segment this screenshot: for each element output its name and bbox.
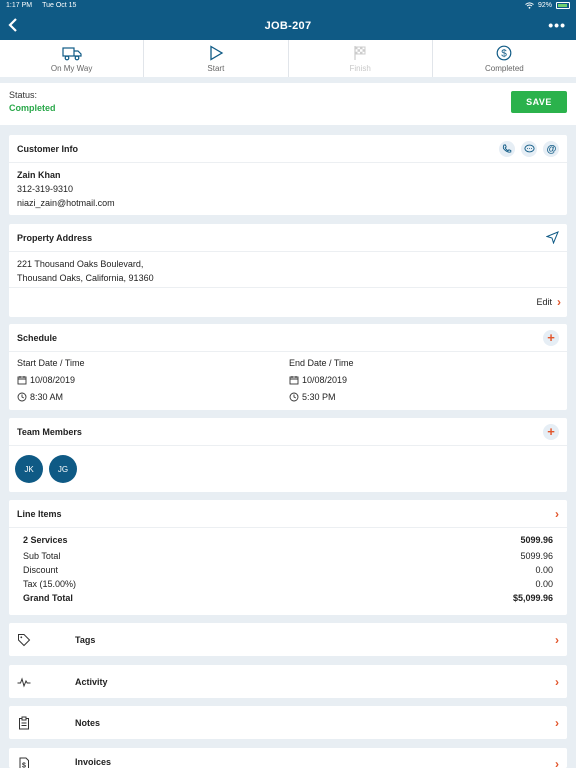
svg-text:$: $: [502, 48, 508, 59]
start-time-field[interactable]: 8:30 AM: [17, 390, 289, 404]
step-finish: Finish: [289, 40, 433, 77]
card-title: Property Address: [17, 232, 93, 243]
chat-icon: [523, 144, 535, 152]
at-sign-icon: @: [546, 144, 556, 154]
address-line-2: Thousand Oaks, California, 91360: [17, 273, 154, 283]
page-title: JOB-207: [264, 19, 312, 32]
clock-icon: [17, 392, 27, 402]
step-on-my-way[interactable]: On My Way: [0, 40, 145, 77]
activity-icon: [17, 676, 31, 688]
section-label: Activity: [75, 676, 108, 687]
end-date-field[interactable]: 10/08/2019: [289, 373, 354, 387]
clock-icon: [289, 392, 299, 402]
tags-row[interactable]: Tags ›: [9, 623, 567, 656]
wifi-icon: [525, 2, 534, 9]
phone-icon: [502, 144, 512, 153]
status-label: Status:: [9, 90, 38, 100]
end-time-field[interactable]: 5:30 PM: [289, 390, 354, 404]
svg-text:@: @: [546, 144, 556, 154]
navigation-arrow-icon[interactable]: [546, 231, 559, 244]
add-schedule-button[interactable]: +: [543, 329, 559, 346]
step-label: On My Way: [50, 63, 93, 73]
section-label: Tags: [75, 634, 96, 645]
email-button[interactable]: @: [543, 140, 559, 157]
section-label: Invoices: [75, 757, 112, 767]
tax-row: Tax (15.00%) 0.00: [23, 579, 553, 589]
card-title: Schedule: [17, 332, 58, 343]
chevron-right-icon: ›: [555, 506, 559, 521]
step-start[interactable]: Start: [144, 40, 289, 77]
chevron-right-icon: ›: [555, 715, 559, 730]
step-label: Finish: [349, 63, 371, 73]
calendar-icon: [289, 376, 299, 385]
customer-info-card: Customer Info @ Zain Khan 312-319-9310 n…: [9, 135, 567, 215]
notes-row[interactable]: Notes ›: [9, 706, 567, 739]
subtotal-row: Sub Total 5099.96: [23, 551, 553, 561]
truck-icon: [62, 46, 82, 60]
save-button[interactable]: SAVE: [511, 91, 567, 113]
chevron-right-icon: ›: [557, 295, 561, 309]
job-progress-steps: On My Way Start Finish $ Completed: [0, 40, 576, 80]
schedule-card: Schedule + Start Date / Time 10/08/2019 …: [9, 324, 567, 410]
battery-icon: [556, 2, 570, 9]
avatar[interactable]: JK: [15, 455, 43, 483]
step-label: Completed: [485, 63, 524, 73]
address-line-1: 221 Thousand Oaks Boulevard,: [17, 259, 144, 269]
chevron-right-icon: ›: [555, 757, 559, 768]
chevron-right-icon: ›: [555, 674, 559, 689]
status-date: Tue Oct 15: [42, 2, 77, 9]
services-row: 2 Services 5099.96: [23, 535, 553, 545]
customer-email[interactable]: niazi_zain@hotmail.com: [17, 196, 559, 210]
svg-text:$: $: [22, 763, 26, 768]
message-button[interactable]: [521, 140, 537, 157]
back-chevron-icon[interactable]: [6, 15, 22, 35]
invoice-icon: $: [19, 757, 29, 768]
start-date-field[interactable]: 10/08/2019: [17, 373, 289, 387]
customer-phone[interactable]: 312-319-9310: [17, 182, 559, 196]
play-icon: [210, 44, 224, 61]
grand-total-row: Grand Total $5,099.96: [23, 593, 553, 603]
edit-address-button[interactable]: Edit ›: [9, 288, 567, 316]
flag-icon: [354, 45, 366, 60]
card-title: Customer Info: [17, 143, 79, 154]
customer-name: Zain Khan: [17, 170, 61, 180]
property-address-card: Property Address 221 Thousand Oaks Boule…: [9, 224, 567, 317]
team-members-card: Team Members + JK JG: [9, 418, 567, 492]
status-time: 1:17 PM: [6, 2, 33, 9]
line-items-header[interactable]: Line Items ›: [9, 500, 567, 528]
section-label: Notes: [75, 717, 101, 728]
invoices-row[interactable]: $ Invoices ›: [9, 748, 567, 768]
tag-icon: [18, 633, 31, 646]
status-bar: 1:17 PM Tue Oct 15 92%: [0, 0, 576, 11]
start-label: Start Date / Time: [17, 358, 85, 368]
add-team-member-button[interactable]: +: [543, 423, 559, 440]
edit-label: Edit: [536, 297, 552, 307]
end-label: End Date / Time: [289, 358, 354, 368]
calendar-icon: [17, 376, 27, 385]
more-options-icon[interactable]: •••: [548, 17, 566, 33]
card-title: Line Items: [17, 508, 62, 519]
dollar-icon: $: [496, 45, 512, 60]
battery-percent: 92%: [537, 2, 552, 9]
card-title: Team Members: [17, 426, 82, 437]
job-status-row: Status: Completed SAVE: [0, 83, 576, 125]
step-label: Start: [207, 63, 225, 73]
chevron-right-icon: ›: [555, 632, 559, 647]
call-button[interactable]: [499, 140, 515, 157]
avatar[interactable]: JG: [49, 455, 77, 483]
step-completed[interactable]: $ Completed: [433, 40, 576, 77]
nav-bar: JOB-207 •••: [0, 11, 576, 40]
line-items-card: Line Items › 2 Services 5099.96 Sub Tota…: [9, 500, 567, 615]
status-value: Completed: [9, 103, 56, 113]
activity-row[interactable]: Activity ›: [9, 665, 567, 698]
clipboard-icon: [19, 716, 29, 729]
discount-row: Discount 0.00: [23, 565, 553, 575]
